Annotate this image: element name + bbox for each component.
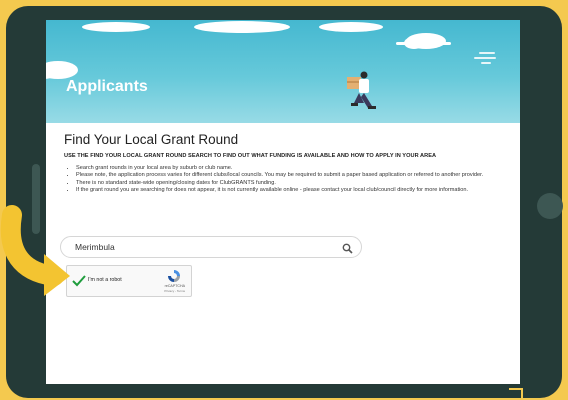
arrow-pointer-icon	[0, 205, 70, 296]
corner-accent	[509, 388, 523, 400]
